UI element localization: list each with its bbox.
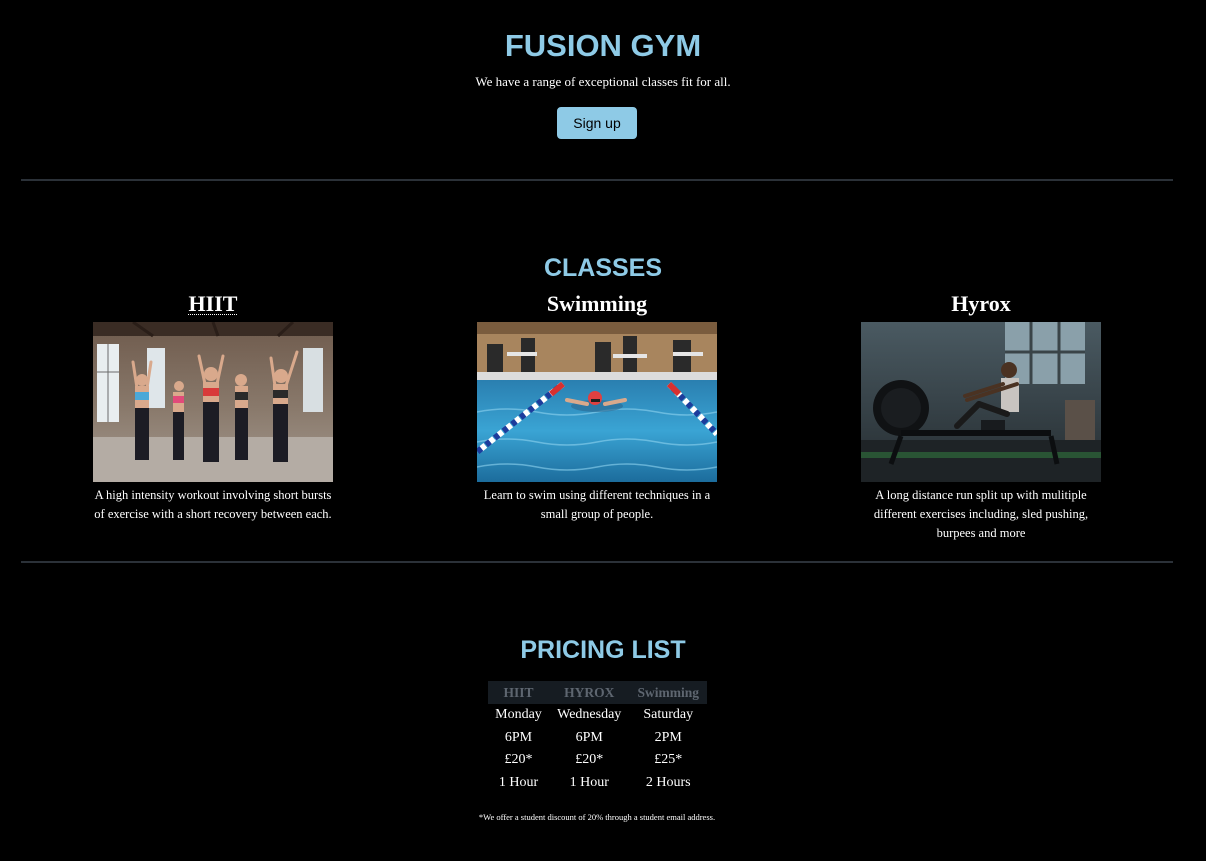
site-title: FUSION GYM bbox=[504, 28, 702, 63]
table-cell: £20* bbox=[575, 752, 604, 768]
hyrox-class-photo bbox=[861, 322, 1101, 482]
divider-middle bbox=[21, 561, 1173, 563]
class-card-hyrox: Hyrox A long distance run split up with … bbox=[861, 288, 1101, 543]
class-title-hyrox: Hyrox bbox=[951, 291, 1011, 316]
pricing-header-hiit: HIIT bbox=[488, 681, 549, 704]
table-cell: £25* bbox=[654, 752, 683, 768]
pricing-table: HIIT HYROX Swimming Monday Wednesday Sat… bbox=[488, 681, 707, 794]
pricing-heading: PRICING LIST bbox=[520, 636, 686, 664]
hiit-class-photo bbox=[93, 322, 333, 482]
pricing-header-hyrox: HYROX bbox=[548, 681, 630, 704]
divider-top bbox=[21, 179, 1173, 181]
table-cell: Monday bbox=[495, 707, 542, 723]
table-cell: Wednesday bbox=[557, 707, 622, 723]
class-description-hyrox: A long distance run split up with muliti… bbox=[873, 488, 1089, 540]
classes-heading: CLASSES bbox=[543, 254, 663, 282]
pricing-row-time: 6PM 6PM 2PM bbox=[488, 727, 707, 750]
pricing-row-day: Monday Wednesday Saturday bbox=[488, 704, 707, 727]
pricing-header-swimming: Swimming bbox=[629, 681, 707, 704]
class-card-swimming: Swimming Learn to swim using different t… bbox=[477, 288, 717, 524]
table-cell: £20* bbox=[504, 752, 533, 768]
pricing-row-price: £20* £20* £25* bbox=[488, 749, 707, 772]
pricing-header-row: HIIT HYROX Swimming bbox=[488, 681, 707, 704]
student-discount-note: *We offer a student discount of 20% thro… bbox=[478, 812, 716, 822]
table-cell: 1 Hour bbox=[569, 774, 609, 790]
table-cell: 2PM bbox=[654, 729, 682, 745]
swimming-class-photo bbox=[477, 322, 717, 482]
class-title-hiit[interactable]: HIIT bbox=[93, 288, 333, 320]
table-cell: 6PM bbox=[504, 729, 533, 745]
pricing-row-duration: 1 Hour 1 Hour 2 Hours bbox=[488, 772, 707, 795]
table-cell: Saturday bbox=[643, 707, 694, 723]
table-cell: 6PM bbox=[575, 729, 603, 745]
class-description-hiit: A high intensity workout involving short… bbox=[94, 488, 332, 521]
sign-up-button[interactable]: Sign up bbox=[557, 107, 637, 139]
site-tagline: We have a range of exceptional classes f… bbox=[475, 74, 731, 89]
table-cell: 1 Hour bbox=[498, 774, 539, 790]
table-cell: 2 Hours bbox=[645, 774, 691, 790]
class-title-swimming: Swimming bbox=[546, 291, 648, 316]
class-description-swimming: Learn to swim using different techniques… bbox=[483, 488, 711, 521]
class-card-hiit: HIIT A high intensity workout involving … bbox=[93, 288, 333, 524]
